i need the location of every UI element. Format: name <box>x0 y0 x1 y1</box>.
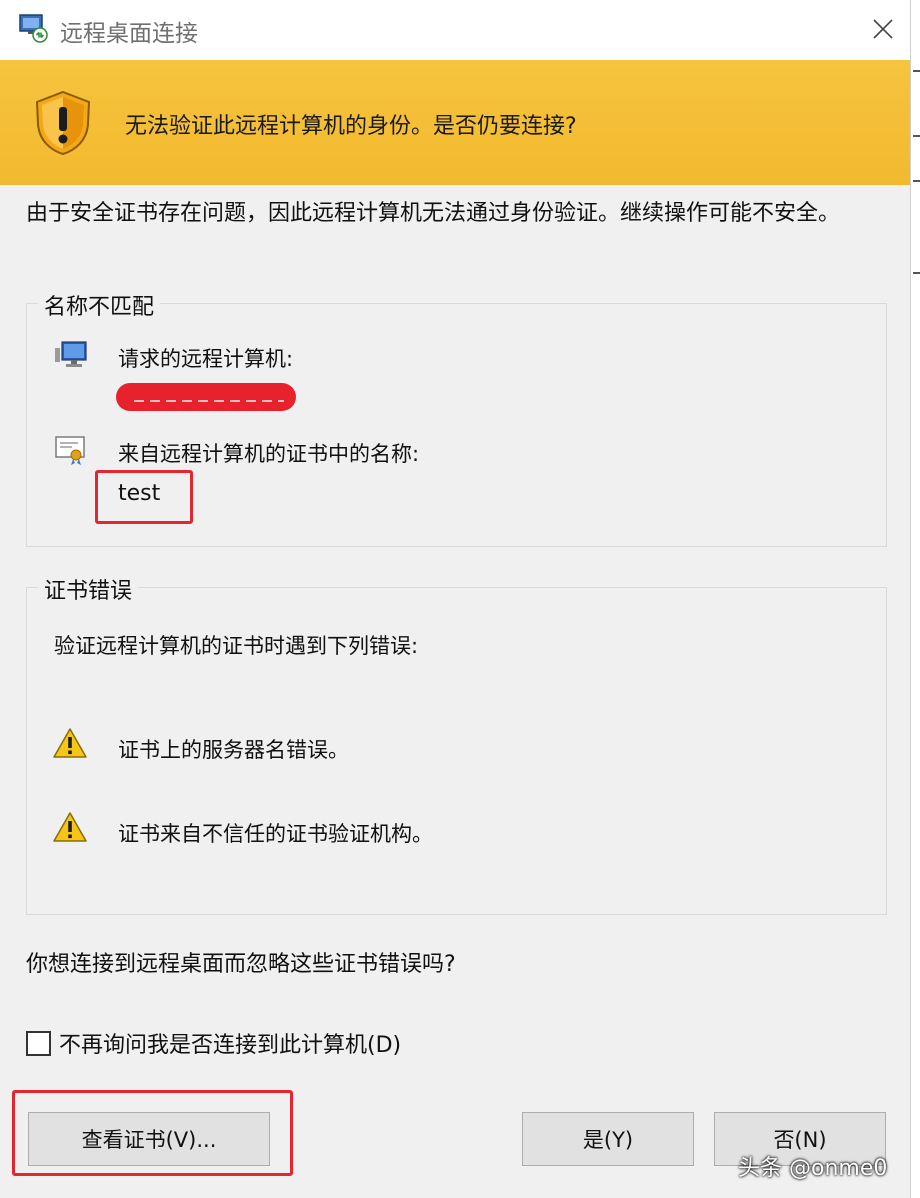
background-window-edge <box>910 0 920 1198</box>
warning-icon <box>53 812 87 842</box>
computer-icon <box>55 341 87 367</box>
banner-message: 无法验证此远程计算机的身份。是否仍要连接? <box>125 114 577 139</box>
dont-ask-label[interactable]: 不再询问我是否连接到此计算机(D) <box>59 1027 401 1059</box>
connect-question: 你想连接到远程桌面而忽略这些证书错误吗? <box>26 952 456 977</box>
name-mismatch-title: 名称不匹配 <box>38 289 161 321</box>
cert-name-label: 来自远程计算机的证书中的名称: <box>118 442 420 466</box>
cert-errors-title: 证书错误 <box>38 573 139 605</box>
warning-icon <box>53 728 87 758</box>
yes-button[interactable]: 是(Y) <box>522 1112 694 1166</box>
close-button[interactable] <box>864 10 902 48</box>
remote-desktop-icon <box>19 14 48 43</box>
cert-name-annotation <box>95 470 193 524</box>
view-certificate-button[interactable]: 查看证书(V)... <box>28 1112 270 1166</box>
certificate-icon <box>55 436 85 465</box>
cert-error-item: 证书来自不信任的证书验证机构。 <box>118 822 433 846</box>
requested-computer-label: 请求的远程计算机: <box>118 347 294 371</box>
title-bar: 远程桌面连接 <box>0 0 910 60</box>
cert-error-item: 证书上的服务器名错误。 <box>118 738 349 762</box>
watermark: 头条 @onme0 <box>738 1156 888 1181</box>
security-description: 由于安全证书存在问题，因此远程计算机无法通过身份验证。继续操作可能不安全。 <box>26 201 841 226</box>
warning-banner: 无法验证此远程计算机的身份。是否仍要连接? <box>0 60 910 185</box>
dont-ask-checkbox[interactable] <box>26 1030 51 1056</box>
cert-errors-intro: 验证远程计算机的证书时遇到下列错误: <box>54 634 419 658</box>
close-icon <box>873 19 893 39</box>
window-title: 远程桌面连接 <box>60 21 198 47</box>
shield-warning-icon <box>35 90 91 156</box>
remote-desktop-dialog: 远程桌面连接 无法验证此远程计算机的身份。是否仍要连接? 由于安全证书存在问题，… <box>0 0 920 1198</box>
redacted-computer-address <box>116 383 296 411</box>
dont-ask-checkbox-row[interactable]: 不再询问我是否连接到此计算机(D) <box>26 1028 401 1058</box>
